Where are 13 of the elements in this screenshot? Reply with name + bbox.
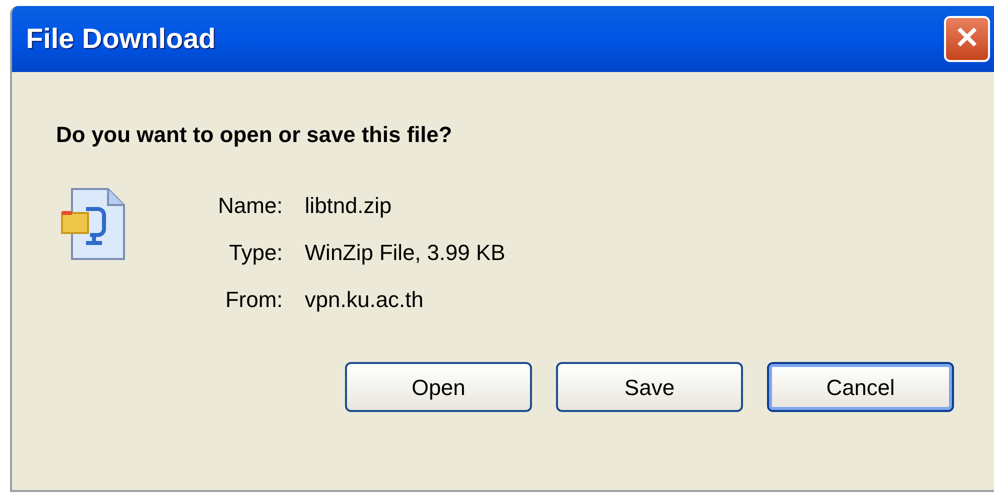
question-text: Do you want to open or save this file?	[56, 121, 454, 149]
window-title: File Download	[26, 22, 216, 56]
field-label: From:	[224, 287, 283, 312]
field-label: Name:	[218, 193, 283, 218]
field-label: Type:	[228, 240, 283, 265]
field-value: libtnd.zip	[304, 193, 393, 218]
field-value: WinZip File, 3.99 KB	[304, 240, 506, 265]
field-value: vpn.ku.ac.th	[304, 287, 424, 312]
file-icon	[58, 187, 128, 263]
dialog-button[interactable]: Open	[345, 362, 532, 412]
close-button[interactable]: ✕	[944, 16, 990, 62]
dialog-button[interactable]: Save	[556, 362, 743, 412]
dialog-button[interactable]: Cancel	[767, 362, 954, 412]
